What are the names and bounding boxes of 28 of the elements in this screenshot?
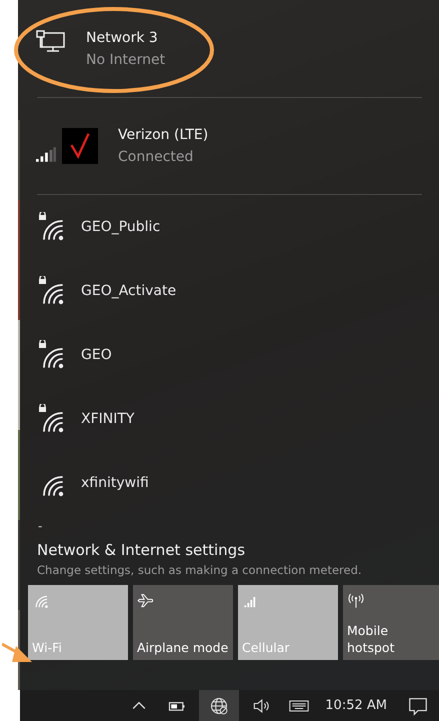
globe-icon[interactable] xyxy=(199,690,240,721)
wifi-network-item[interactable]: GEO_Public xyxy=(20,195,439,259)
settings-link[interactable]: Network & Internet settings xyxy=(37,541,422,559)
clock[interactable]: 10:52 AM xyxy=(325,698,387,713)
quick-action-tile[interactable]: Airplane mode xyxy=(133,585,233,660)
network-name: GEO_Public xyxy=(81,219,160,235)
computer-icon xyxy=(36,30,66,54)
wifi-network-item[interactable]: xfinitywifi xyxy=(20,451,439,515)
wifi-network-item[interactable]: XFINITY xyxy=(20,387,439,451)
network-status: Connected xyxy=(118,148,194,167)
hotspot-icon xyxy=(347,591,365,609)
network-name: GEO_Activate xyxy=(81,283,176,299)
wifi-network-item[interactable]: GEO xyxy=(20,323,439,387)
connection-item[interactable]: Network 3 No Internet xyxy=(20,0,439,97)
network-name: XFINITY xyxy=(81,411,134,427)
network-name: xfinitywifi xyxy=(81,475,149,491)
network-status: No Internet xyxy=(86,50,166,70)
signal-icon xyxy=(36,146,56,162)
check-mark-icon xyxy=(62,128,98,164)
connection-item[interactable]: Verizon (LTE) Connected xyxy=(20,98,439,194)
more-indicator: - xyxy=(37,519,44,535)
network-name: Network 3 xyxy=(86,28,159,48)
network-name: Verizon (LTE) xyxy=(118,126,208,145)
wifi-network-item[interactable]: GEO_Activate xyxy=(20,259,439,323)
airplane-icon xyxy=(137,591,155,609)
quick-action-tile[interactable]: Mobile hotspot xyxy=(343,585,439,660)
settings-description: Change settings, such as making a connection metered. xyxy=(37,563,363,577)
network-name: GEO xyxy=(81,347,112,363)
